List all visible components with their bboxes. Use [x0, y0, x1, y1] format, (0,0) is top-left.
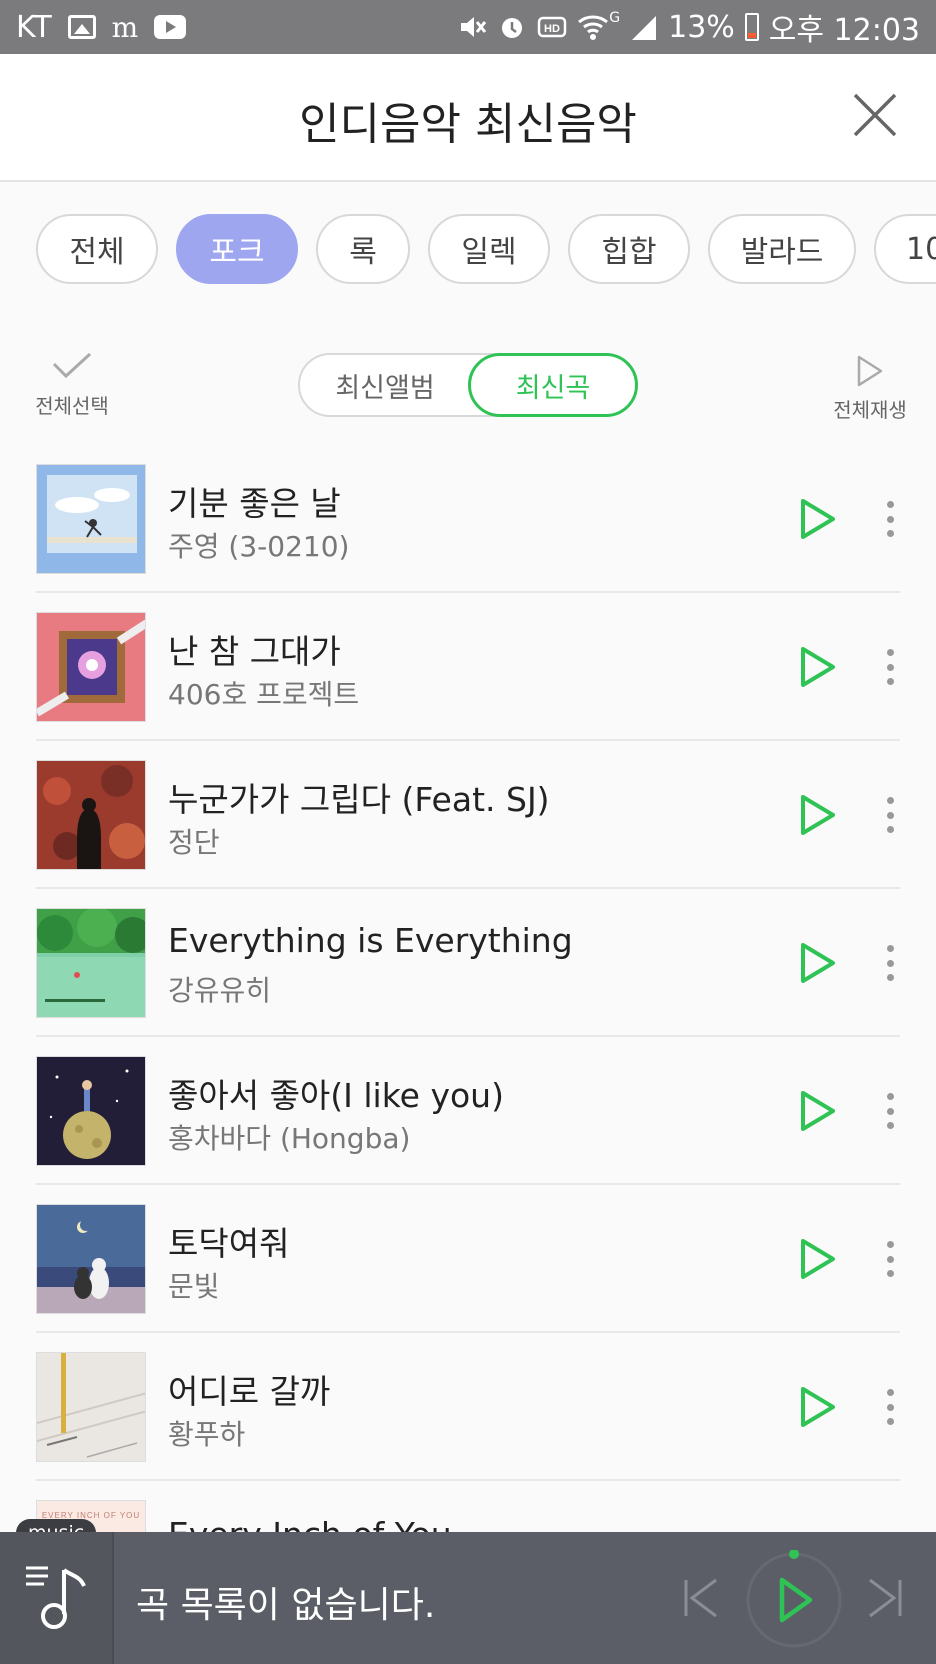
select-all-button[interactable]: 전체선택 — [30, 350, 114, 419]
battery-icon — [744, 13, 759, 41]
more-options-icon[interactable] — [884, 1241, 896, 1277]
more-options-icon[interactable] — [884, 797, 896, 833]
genre-chip-electronic[interactable]: 일렉 — [428, 214, 550, 284]
song-row[interactable]: 난 참 그대가 406호 프로젝트 — [0, 593, 936, 741]
album-art — [36, 612, 146, 722]
close-icon[interactable] — [852, 92, 898, 138]
song-artist: 황푸하 — [168, 1418, 246, 1451]
youtube-icon — [154, 15, 187, 39]
page-title: 인디음악 최신음악 — [299, 99, 637, 150]
song-title: 난 참 그대가 — [168, 632, 341, 671]
checkmark-icon — [52, 352, 92, 379]
song-row[interactable]: 토닥여줘 문빛 — [0, 1185, 936, 1333]
play-icon[interactable] — [798, 1237, 838, 1281]
song-title: Every Inch of You — [168, 1515, 452, 1532]
play-icon[interactable] — [798, 941, 838, 985]
image-notification-icon — [67, 15, 96, 39]
clock: 오후 12:03 — [768, 13, 920, 48]
tab-latest-album[interactable]: 최신앨범 — [300, 353, 470, 417]
song-title: 어디로 갈까 — [168, 1372, 331, 1411]
more-options-icon[interactable] — [884, 649, 896, 685]
app-notification-icon: m — [111, 10, 139, 44]
play-outline-icon — [857, 355, 883, 387]
next-track-icon[interactable] — [866, 1576, 904, 1620]
song-title: Everything is Everything — [168, 921, 573, 960]
play-all-button[interactable]: 전체재생 — [830, 354, 910, 423]
genre-chip-more[interactable]: 10 — [874, 214, 936, 284]
more-options-icon[interactable] — [884, 1389, 896, 1425]
mute-icon — [461, 17, 487, 37]
genre-chip-all[interactable]: 전체 — [36, 214, 158, 284]
song-title: 기분 좋은 날 — [168, 484, 341, 523]
playlist-button[interactable] — [0, 1532, 114, 1664]
header: 인디음악 최신음악 — [0, 54, 936, 182]
play-all-label: 전체재생 — [833, 398, 907, 422]
album-art — [36, 464, 146, 574]
song-title: 토닥여줘 — [168, 1224, 290, 1263]
album-art — [36, 760, 146, 870]
song-artist: 문빛 — [168, 1270, 220, 1303]
play-pause-button[interactable] — [744, 1550, 844, 1650]
genre-chip-hiphop[interactable]: 힙합 — [568, 214, 690, 284]
play-icon[interactable] — [798, 793, 838, 837]
song-row[interactable]: 좋아서 좋아(I like you) 홍차바다 (Hongba) — [0, 1037, 936, 1185]
song-row[interactable]: 어디로 갈까 황푸하 — [0, 1333, 936, 1481]
genre-chip-folk[interactable]: 포크 — [176, 214, 298, 284]
song-row[interactable]: 누군가가 그립다 (Feat. SJ) 정단 — [0, 741, 936, 889]
song-artist: 406호 프로젝트 — [168, 678, 360, 711]
song-artist: 강유유히 — [168, 974, 272, 1007]
album-art — [36, 1204, 146, 1314]
song-row[interactable]: Everything is Everything 강유유히 — [0, 889, 936, 1037]
genre-chip-ballad[interactable]: 발라드 — [708, 214, 856, 284]
more-options-icon[interactable] — [884, 945, 896, 981]
album-song-toggle: 최신앨범 최신곡 — [298, 353, 638, 417]
song-row[interactable]: 기분 좋은 날 주영 (3-0210) — [0, 445, 936, 593]
song-row-partial[interactable]: EVERY INCH OF YOU Every Inch of You — [0, 1481, 936, 1532]
tab-latest-song[interactable]: 최신곡 — [468, 353, 638, 417]
player-status-message: 곡 목록이 없습니다. — [136, 1585, 436, 1626]
genre-chip-bar: 전체 포크 록 일렉 힙합 발라드 10 — [0, 214, 936, 286]
play-icon[interactable] — [798, 1089, 838, 1133]
song-artist: 정단 — [168, 826, 220, 859]
network-type-label: G — [609, 10, 621, 26]
genre-chip-rock[interactable]: 록 — [316, 214, 410, 284]
select-all-label: 전체선택 — [35, 394, 109, 418]
play-icon[interactable] — [798, 1385, 838, 1429]
playlist-music-icon — [26, 1566, 86, 1629]
wifi-icon — [578, 15, 609, 40]
status-bar: KT m HD G 13% 오후 12:03 — [0, 0, 936, 54]
play-icon[interactable] — [798, 645, 838, 689]
song-title: 누군가가 그립다 (Feat. SJ) — [168, 780, 550, 819]
previous-track-icon[interactable] — [682, 1576, 720, 1620]
more-options-icon[interactable] — [884, 1093, 896, 1129]
song-list: 기분 좋은 날 주영 (3-0210) 난 참 그대가 406호 프로젝트 누군… — [0, 445, 936, 1481]
more-options-icon[interactable] — [884, 501, 896, 537]
song-title: 좋아서 좋아(I like you) — [168, 1076, 504, 1115]
battery-percent: 13% — [668, 9, 735, 45]
song-artist: 주영 (3-0210) — [168, 530, 350, 563]
album-art — [36, 908, 146, 1018]
album-art — [36, 1352, 146, 1462]
svg-text:HD: HD — [544, 23, 560, 35]
signal-icon — [632, 16, 657, 40]
album-art — [36, 1056, 146, 1166]
play-icon[interactable] — [798, 497, 838, 541]
carrier-label: KT — [16, 9, 52, 45]
alarm-icon — [502, 18, 523, 38]
hd-icon: HD — [538, 16, 567, 38]
mini-player: 곡 목록이 없습니다. — [0, 1532, 936, 1664]
song-artist: 홍차바다 (Hongba) — [168, 1122, 411, 1155]
